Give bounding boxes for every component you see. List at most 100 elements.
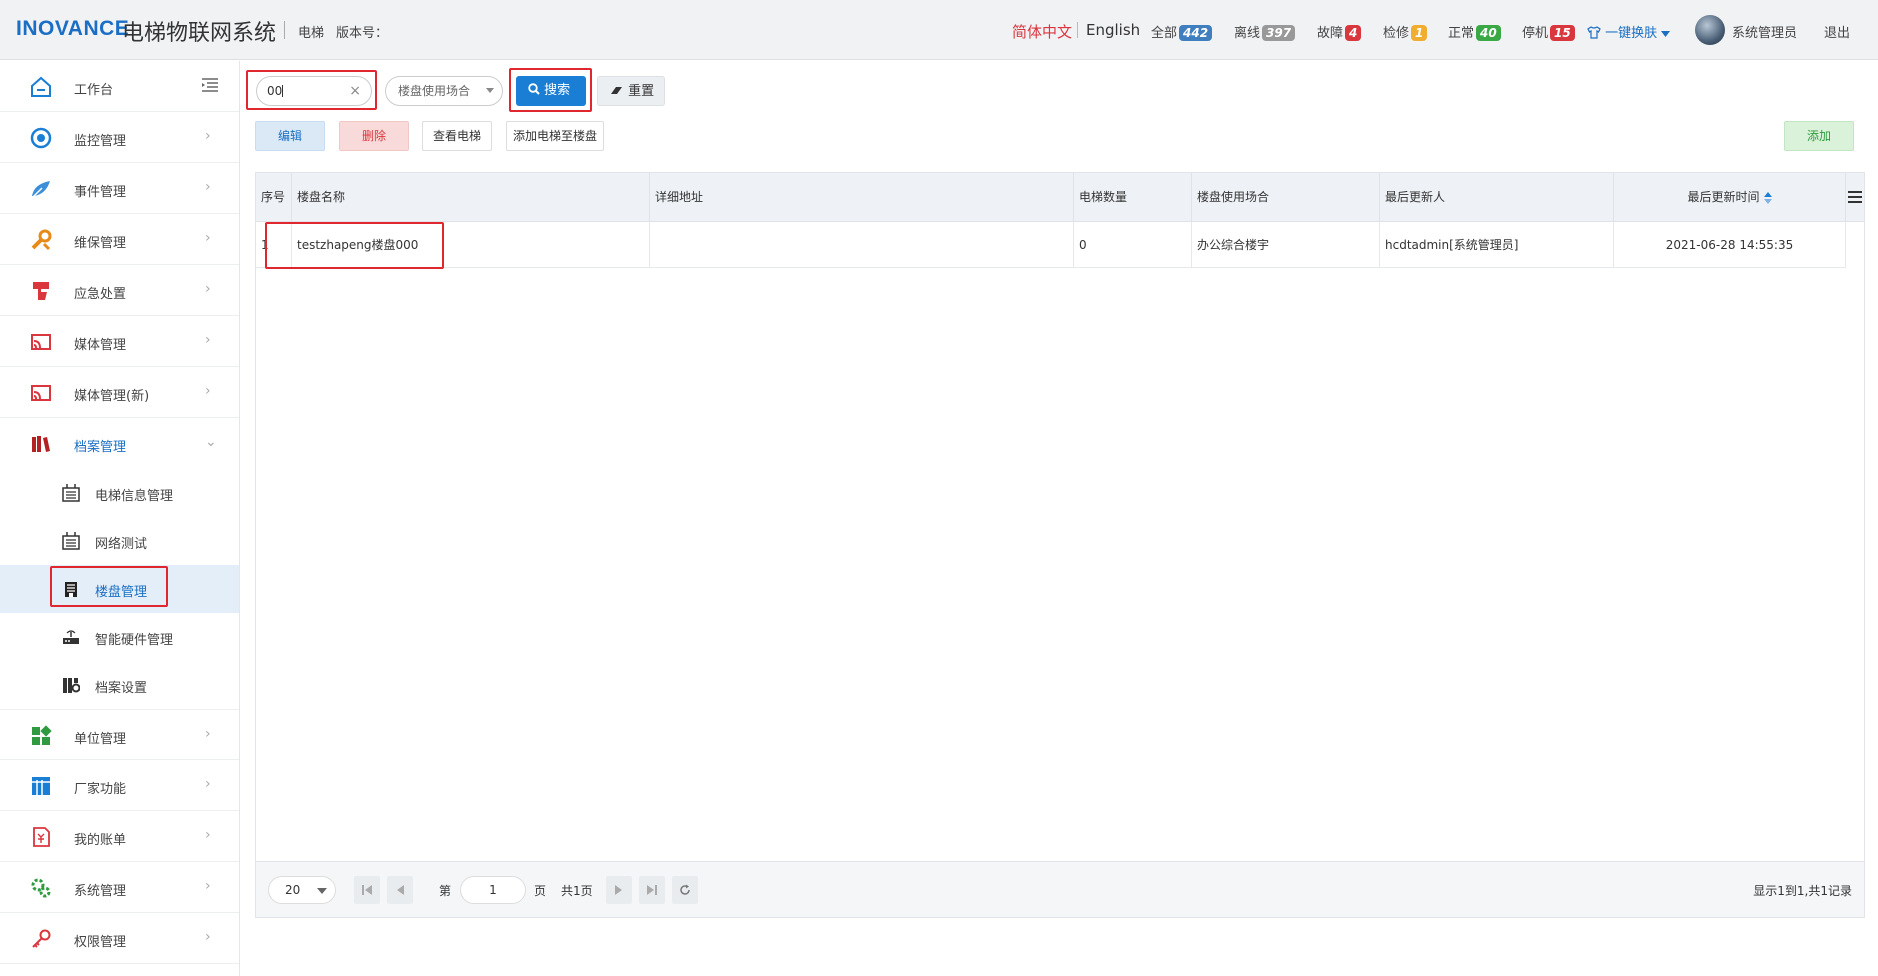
sidebar-item-monitor[interactable]: 监控管理 › xyxy=(0,112,239,163)
prev-page-button[interactable] xyxy=(387,876,413,904)
search-button[interactable]: 搜索 xyxy=(516,76,586,106)
cell-updater: hcdtadmin[系统管理员] xyxy=(1380,222,1614,268)
lang-divider xyxy=(1077,22,1078,38)
stat-normal[interactable]: 正常 40 xyxy=(1448,22,1501,41)
sidebar-item-label: 系统管理 xyxy=(74,884,127,899)
column-header-name[interactable]: 楼盘名称 xyxy=(292,173,650,222)
sidebar-item-label: 工作台 xyxy=(74,83,114,98)
logout-link[interactable]: 退出 xyxy=(1824,22,1850,41)
search-input[interactable]: 00 × xyxy=(256,76,372,106)
page-number-input[interactable]: 1 xyxy=(460,876,526,904)
column-header-address[interactable]: 详细地址 xyxy=(650,173,1074,222)
caret-down-icon xyxy=(486,88,494,93)
sidebar-item-permission[interactable]: 权限管理 › xyxy=(0,913,239,964)
page-size-select[interactable]: 20 xyxy=(268,876,336,904)
user-avatar[interactable] xyxy=(1695,15,1725,45)
stat-label: 故障 xyxy=(1317,26,1344,41)
sidebar-item-label: 档案管理 xyxy=(74,440,127,455)
add-elevator-to-building-button[interactable]: 添加电梯至楼盘 xyxy=(506,121,604,151)
sidebar-item-label: 单位管理 xyxy=(74,732,127,747)
sort-icon[interactable] xyxy=(1763,191,1772,204)
clear-icon[interactable]: × xyxy=(349,77,361,105)
stat-fault[interactable]: 故障 4 xyxy=(1317,22,1362,41)
sidebar-subitem-archive-settings[interactable]: 档案设置 xyxy=(0,661,239,709)
stat-maintenance[interactable]: 检修 1 xyxy=(1383,22,1428,41)
sidebar-item-archive[interactable]: 档案管理 ⌄ xyxy=(0,418,239,469)
gear-icon xyxy=(31,878,51,898)
column-header-updated-time[interactable]: 最后更新时间 xyxy=(1614,173,1846,222)
menu-collapse-icon[interactable] xyxy=(201,78,219,92)
refresh-icon xyxy=(680,884,690,895)
stat-all[interactable]: 全部 442 xyxy=(1151,22,1213,41)
stat-label: 正常 xyxy=(1448,26,1475,41)
column-menu-icon[interactable] xyxy=(1848,191,1862,203)
next-page-button[interactable] xyxy=(606,876,632,904)
refresh-button[interactable] xyxy=(672,876,698,904)
stat-label: 全部 xyxy=(1151,26,1178,41)
usage-select-placeholder: 楼盘使用场合 xyxy=(398,84,471,98)
search-icon xyxy=(528,83,540,95)
table-row[interactable]: 1 testzhapeng楼盘000 0 办公综合楼宇 hcdtadmin[系统… xyxy=(256,222,1846,268)
column-header-updater[interactable]: 最后更新人 xyxy=(1380,173,1614,222)
reset-button[interactable]: 重置 xyxy=(597,76,665,106)
cell-elevator-count: 0 xyxy=(1074,222,1192,268)
sidebar-item-system[interactable]: 系统管理 › xyxy=(0,862,239,913)
view-elevator-button[interactable]: 查看电梯 xyxy=(422,121,492,151)
bill-icon xyxy=(33,827,50,847)
lang-chinese-link[interactable]: 简体中文 xyxy=(1012,21,1072,42)
chevron-right-icon: › xyxy=(205,726,211,742)
sidebar-item-bill[interactable]: 我的账单 › xyxy=(0,811,239,862)
sidebar-item-workbench[interactable]: 工作台 xyxy=(0,61,239,112)
chevron-right-icon: › xyxy=(205,230,211,246)
skin-switch-link[interactable]: 一键换肤 xyxy=(1587,22,1671,41)
chevron-down-icon: ⌄ xyxy=(205,434,217,450)
sidebar-subitem-label: 档案设置 xyxy=(95,681,148,696)
sidebar-item-emergency[interactable]: 应急处置 › xyxy=(0,265,239,316)
cell-address xyxy=(650,222,1074,268)
sidebar-item-media[interactable]: 媒体管理 › xyxy=(0,316,239,367)
stat-count-badge: 4 xyxy=(1345,25,1362,41)
archive-settings-icon xyxy=(63,678,80,693)
sidebar-subitem-smart-hardware[interactable]: 智能硬件管理 xyxy=(0,613,239,661)
column-header-usage[interactable]: 楼盘使用场合 xyxy=(1192,173,1380,222)
sidebar-item-media-new[interactable]: 媒体管理(新) › xyxy=(0,367,239,418)
sidebar-subitem-elevator-info[interactable]: 电梯信息管理 xyxy=(0,469,239,517)
unit-icon xyxy=(32,725,52,745)
stat-offline[interactable]: 离线 397 xyxy=(1234,22,1296,41)
event-icon xyxy=(32,181,50,198)
chevron-right-icon: › xyxy=(205,281,211,297)
sidebar-item-event[interactable]: 事件管理 › xyxy=(0,163,239,214)
next-page-icon xyxy=(615,885,622,895)
building-table: 序号 楼盘名称 详细地址 电梯数量 楼盘使用场合 最后更新人 最后更新时间 1 … xyxy=(255,172,1865,918)
column-header-elevator-count[interactable]: 电梯数量 xyxy=(1074,173,1192,222)
sidebar-item-unit[interactable]: 单位管理 › xyxy=(0,709,239,760)
sidebar-subitem-building[interactable]: 楼盘管理 xyxy=(0,565,239,613)
usage-select[interactable]: 楼盘使用场合 xyxy=(385,76,503,106)
sidebar-item-label: 事件管理 xyxy=(74,185,127,200)
sidebar-subitem-label: 楼盘管理 xyxy=(95,585,148,600)
first-page-icon xyxy=(362,885,372,895)
factory-icon xyxy=(32,777,50,795)
sidebar-item-factory[interactable]: 厂家功能 › xyxy=(0,760,239,811)
sidebar-item-label: 媒体管理(新) xyxy=(74,389,150,404)
sidebar-subitem-network-test[interactable]: 网络测试 xyxy=(0,517,239,565)
reset-button-label: 重置 xyxy=(628,84,655,99)
brand-logo: INOVANCE xyxy=(16,17,130,40)
elevator-list-icon xyxy=(62,484,80,502)
eraser-icon xyxy=(611,87,622,94)
edit-button[interactable]: 编辑 xyxy=(255,121,325,151)
stat-stopped[interactable]: 停机 15 xyxy=(1522,22,1575,41)
lang-english-link[interactable]: English xyxy=(1086,21,1140,39)
first-page-button[interactable] xyxy=(354,876,380,904)
sidebar-item-label: 厂家功能 xyxy=(74,782,127,797)
total-pages-label: 共1页 xyxy=(561,884,593,898)
page-prefix-label: 第 xyxy=(439,884,452,898)
add-button[interactable]: 添加 xyxy=(1784,121,1854,151)
stat-label: 检修 xyxy=(1383,26,1410,41)
sidebar-item-label: 维保管理 xyxy=(74,236,127,251)
page-suffix-label: 页 xyxy=(534,884,547,898)
user-name[interactable]: 系统管理员 xyxy=(1732,22,1797,41)
last-page-button[interactable] xyxy=(639,876,665,904)
delete-button[interactable]: 删除 xyxy=(339,121,409,151)
sidebar-item-maintenance[interactable]: 维保管理 › xyxy=(0,214,239,265)
